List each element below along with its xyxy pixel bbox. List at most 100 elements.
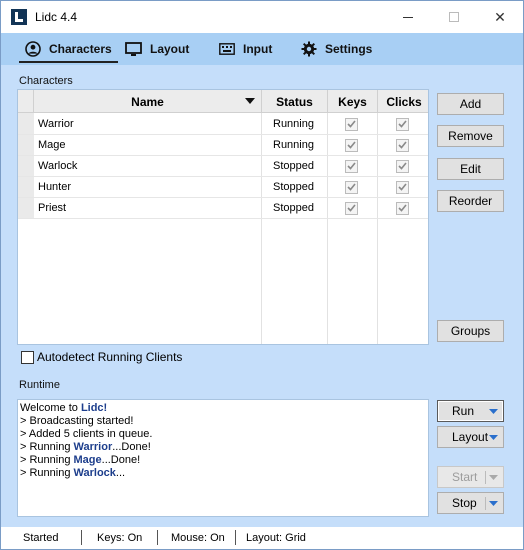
clicks-checkbox[interactable] xyxy=(396,138,409,152)
column-header-keys[interactable]: Keys xyxy=(328,90,378,113)
cell-keys[interactable] xyxy=(345,156,365,176)
clicks-checkbox[interactable] xyxy=(396,201,409,215)
column-header-clicks[interactable]: Clicks xyxy=(378,90,430,113)
close-button[interactable]: ✕ xyxy=(477,1,523,33)
add-button[interactable]: Add xyxy=(437,93,504,115)
runtime-log[interactable]: Welcome to Lidc! > Broadcasting started! >… xyxy=(17,399,429,517)
table-row[interactable]: Warrior Running xyxy=(18,114,428,135)
cell-clicks[interactable] xyxy=(396,114,416,134)
status-bar: Started Keys: On Mouse: On Layout: Grid xyxy=(1,527,523,549)
start-dropdown-arrow[interactable] xyxy=(483,467,503,487)
cell-keys[interactable] xyxy=(345,135,365,155)
edit-button[interactable]: Edit xyxy=(437,158,504,180)
minimize-button[interactable] xyxy=(385,1,431,33)
gear-icon xyxy=(301,41,317,57)
autodetect-label: Autodetect Running Clients xyxy=(37,350,183,364)
cell-clicks[interactable] xyxy=(396,135,416,155)
log-text: > Broadcasting started! xyxy=(20,415,134,427)
close-icon: ✕ xyxy=(494,8,506,25)
stop-button[interactable]: Stop xyxy=(437,492,504,514)
stop-dropdown-arrow[interactable] xyxy=(483,493,503,513)
cell-status: Stopped xyxy=(273,160,314,172)
maximize-icon xyxy=(449,12,459,22)
checkmark-icon xyxy=(398,120,407,128)
checkmark-icon xyxy=(347,162,356,170)
groups-button[interactable]: Groups xyxy=(437,320,504,342)
layout-dropdown-arrow[interactable] xyxy=(483,427,503,447)
log-line: > Running Warlock... xyxy=(20,467,426,480)
cell-name: Mage xyxy=(38,139,66,151)
sort-dropdown-icon[interactable] xyxy=(245,98,255,104)
cell-name: Warlock xyxy=(38,160,78,172)
checkmark-icon xyxy=(347,204,356,212)
keys-checkbox[interactable] xyxy=(345,201,358,215)
log-line: > Running Warrior...Done! xyxy=(20,441,426,454)
clicks-checkbox[interactable] xyxy=(396,159,409,173)
tab-layout[interactable]: Layout xyxy=(125,33,189,65)
checkmark-icon xyxy=(398,183,407,191)
checkmark-icon xyxy=(398,204,407,212)
run-dropdown-arrow[interactable] xyxy=(483,401,503,421)
keys-checkbox[interactable] xyxy=(345,138,358,152)
status-divider xyxy=(81,530,82,545)
tab-bar: Characters Layout Input Settings xyxy=(1,33,523,65)
clicks-checkbox[interactable] xyxy=(396,117,409,131)
log-text: > Added 5 clients in queue. xyxy=(20,428,153,440)
keys-checkbox[interactable] xyxy=(345,159,358,173)
cell-keys[interactable] xyxy=(345,114,365,134)
reorder-button[interactable]: Reorder xyxy=(437,190,504,212)
log-highlight: Mage xyxy=(73,454,102,466)
cell-name: Warrior xyxy=(38,118,74,130)
checkbox-box[interactable] xyxy=(21,350,34,364)
checkmark-icon xyxy=(347,141,356,149)
cell-keys[interactable] xyxy=(345,198,365,218)
tab-label: Layout xyxy=(150,42,190,56)
row-header-corner xyxy=(18,90,34,113)
log-text: Welcome to xyxy=(20,402,81,414)
table-row[interactable]: Mage Running xyxy=(18,135,428,156)
cell-clicks[interactable] xyxy=(396,198,416,218)
column-header-name[interactable]: Name xyxy=(34,90,262,113)
cell-keys[interactable] xyxy=(345,177,365,197)
monitor-icon xyxy=(125,41,142,56)
keys-checkbox[interactable] xyxy=(345,180,358,194)
cell-clicks[interactable] xyxy=(396,156,416,176)
remove-button[interactable]: Remove xyxy=(437,125,504,147)
minimize-icon xyxy=(403,16,413,18)
tab-input[interactable]: Input xyxy=(219,33,272,65)
table-row[interactable]: Hunter Stopped xyxy=(18,177,428,198)
tab-characters[interactable]: Characters xyxy=(19,33,118,65)
runtime-section-label: Runtime xyxy=(19,379,60,391)
chevron-down-icon xyxy=(488,434,498,440)
column-header-status[interactable]: Status xyxy=(262,90,328,113)
log-line: > Added 5 clients in queue. xyxy=(20,428,426,441)
cell-name: Hunter xyxy=(38,181,72,193)
table-row[interactable]: Warlock Stopped xyxy=(18,156,428,177)
log-line: > Running Mage...Done! xyxy=(20,454,426,467)
cell-name: Priest xyxy=(38,202,67,214)
log-text: ...Done! xyxy=(101,454,141,466)
maximize-button[interactable] xyxy=(431,1,477,33)
cell-status: Stopped xyxy=(273,181,314,193)
cell-clicks[interactable] xyxy=(396,177,416,197)
table-header: Name Status Keys Clicks xyxy=(18,90,428,113)
chevron-down-icon xyxy=(488,408,498,414)
tab-settings[interactable]: Settings xyxy=(301,33,372,65)
status-layout: Layout: Grid xyxy=(246,532,306,544)
title-bar[interactable]: Lidc 4.4 ✕ xyxy=(1,1,523,33)
run-button[interactable]: Run xyxy=(437,400,504,422)
status-keys: Keys: On xyxy=(97,532,143,544)
autodetect-checkbox[interactable]: Autodetect Running Clients xyxy=(21,350,182,364)
cell-status: Running xyxy=(273,139,314,151)
user-circle-icon xyxy=(25,41,41,57)
characters-table[interactable]: Name Status Keys Clicks Warrior Running Ma… xyxy=(17,89,429,345)
layout-button[interactable]: Layout xyxy=(437,426,504,448)
log-text: > Running xyxy=(20,441,74,453)
keys-checkbox[interactable] xyxy=(345,117,358,131)
app-window: Lidc 4.4 ✕ Characters Layout Input Setti… xyxy=(0,0,524,550)
start-button[interactable]: Start xyxy=(437,466,504,488)
log-text: ... xyxy=(115,467,126,479)
clicks-checkbox[interactable] xyxy=(396,180,409,194)
table-row[interactable]: Priest Stopped xyxy=(18,198,428,219)
log-text: ...Done! xyxy=(112,441,151,453)
